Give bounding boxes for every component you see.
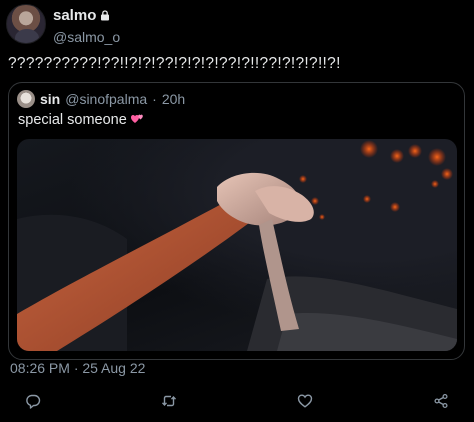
action-bar xyxy=(0,388,474,414)
retweet-button[interactable] xyxy=(156,388,182,414)
quoted-media-photo[interactable] xyxy=(17,139,457,351)
author-name-row: salmo xyxy=(53,7,110,24)
share-button[interactable] xyxy=(428,388,454,414)
tweet-card: salmo @salmo_o ??????????!??!!?!?!??!?!?… xyxy=(0,0,474,422)
display-name[interactable]: salmo xyxy=(53,7,96,24)
like-icon xyxy=(297,394,313,408)
two-hearts-emoji xyxy=(130,114,143,123)
quoted-text-row: special someone xyxy=(18,112,144,128)
avatar[interactable] xyxy=(6,4,46,44)
reply-icon xyxy=(26,394,41,409)
lock-icon xyxy=(101,10,110,21)
tweet-text: ??????????!??!!?!?!??!?!?!?!??!?!!??!?!?… xyxy=(8,55,341,72)
author-handle[interactable]: @salmo_o xyxy=(53,29,120,45)
quoted-separator: · xyxy=(152,91,157,107)
share-icon xyxy=(434,393,448,409)
quoted-display-name: sin xyxy=(40,91,61,107)
quoted-text: special someone xyxy=(18,112,127,128)
quoted-tweet-header: sin @sinofpalma · 20h xyxy=(17,90,185,108)
quoted-handle: @sinofpalma xyxy=(65,91,148,107)
photo-illustration xyxy=(17,140,457,351)
retweet-icon xyxy=(161,395,177,407)
tweet-timestamp[interactable]: 08:26 PM · 25 Aug 22 xyxy=(10,360,145,376)
like-button[interactable] xyxy=(292,388,318,414)
quoted-time: 20h xyxy=(161,91,186,107)
reply-button[interactable] xyxy=(20,388,46,414)
quoted-tweet[interactable]: sin @sinofpalma · 20h special someone xyxy=(8,82,465,360)
quoted-avatar xyxy=(17,90,35,108)
